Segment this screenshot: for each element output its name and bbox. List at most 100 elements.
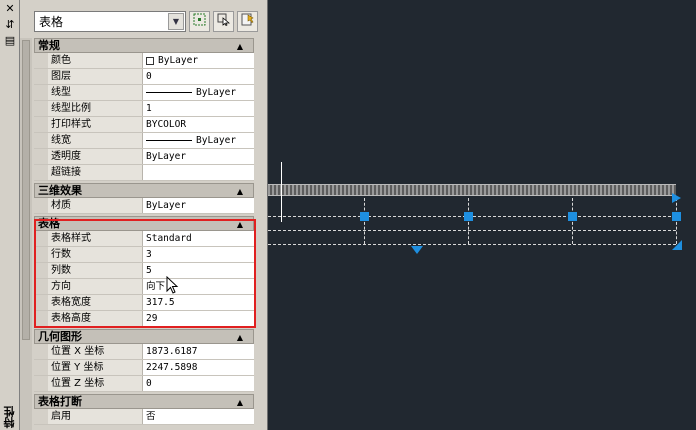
- property-name: 透明度: [48, 149, 143, 164]
- property-row-linetype[interactable]: 线型 ByLayer: [34, 85, 254, 101]
- property-row-direction[interactable]: 方向 向下: [34, 279, 254, 295]
- scrollbar-thumb[interactable]: [22, 40, 30, 340]
- column-grip[interactable]: [360, 212, 369, 221]
- property-value[interactable]: 0: [143, 69, 254, 84]
- section-general: 常规 ▲ 颜色 ByLayer 图层 0 线型 ByLayer 线型比例 1 打印样式 B…: [34, 38, 254, 181]
- mouse-pointer-icon: [166, 275, 180, 296]
- property-row-material[interactable]: 材质 ByLayer: [34, 198, 254, 214]
- property-name: 位置 X 坐标: [48, 344, 143, 359]
- table-column-line: [676, 198, 677, 244]
- section-table-breaks: 表格打断 ▲ 启用否: [34, 394, 254, 425]
- selection-toolbar: 表格 ▼: [34, 10, 258, 32]
- property-value[interactable]: Standard: [143, 231, 254, 246]
- section-title: 表格: [38, 217, 60, 230]
- close-icon[interactable]: ✕: [3, 3, 17, 15]
- property-grid: 常规 ▲ 颜色 ByLayer 图层 0 线型 ByLayer 线型比例 1 打印样式 B…: [34, 38, 254, 427]
- collapse-icon[interactable]: ▲: [237, 185, 243, 198]
- section-3d-effects: 三维效果 ▲ 材质 ByLayer: [34, 183, 254, 214]
- property-value[interactable]: 29: [143, 311, 254, 326]
- object-type-value: 表格: [39, 14, 64, 29]
- property-value[interactable]: 317.5: [143, 295, 254, 310]
- property-row-position-y[interactable]: 位置 Y 坐标 2247.5898: [34, 360, 254, 376]
- object-type-dropdown[interactable]: 表格 ▼: [34, 10, 186, 32]
- crosshair-cursor: [281, 162, 282, 222]
- lineweight-sample-icon: [146, 140, 192, 141]
- pickadd-icon: [193, 13, 206, 29]
- drawing-canvas[interactable]: [268, 0, 696, 430]
- property-row-hyperlink[interactable]: 超链接: [34, 165, 254, 181]
- property-row-position-z[interactable]: 位置 Z 坐标 0: [34, 376, 254, 392]
- section-header-table-breaks[interactable]: 表格打断 ▲: [34, 394, 254, 409]
- property-value[interactable]: [143, 165, 254, 180]
- palette-scrollbar[interactable]: [20, 38, 32, 430]
- property-value[interactable]: 5: [143, 263, 254, 278]
- property-row-rows[interactable]: 行数 3: [34, 247, 254, 263]
- table-title-row-selected[interactable]: [268, 184, 676, 196]
- table-resize-corner-icon[interactable]: [672, 240, 682, 250]
- property-row-columns[interactable]: 列数 5: [34, 263, 254, 279]
- table-column-line: [468, 198, 469, 244]
- chevron-down-icon[interactable]: ▼: [168, 12, 184, 30]
- property-value[interactable]: ByLayer: [143, 53, 254, 68]
- collapse-icon[interactable]: ▲: [237, 218, 243, 231]
- property-value[interactable]: BYCOLOR: [143, 117, 254, 132]
- collapse-icon[interactable]: ▲: [237, 40, 243, 53]
- section-title: 表格打断: [38, 395, 82, 408]
- property-value[interactable]: 向下: [143, 279, 254, 294]
- property-row-table-style[interactable]: 表格样式 Standard: [34, 231, 254, 247]
- quick-select-button[interactable]: [237, 10, 258, 32]
- property-name: 超链接: [48, 165, 143, 180]
- property-row-enabled[interactable]: 启用否: [34, 409, 254, 425]
- property-name: 线型比例: [48, 101, 143, 116]
- property-row-linetype-scale[interactable]: 线型比例 1: [34, 101, 254, 117]
- table-grid-line: [268, 244, 676, 245]
- property-value-text: ByLayer: [158, 55, 199, 66]
- section-title: 三维效果: [38, 184, 82, 197]
- property-row-lineweight[interactable]: 线宽 ByLayer: [34, 133, 254, 149]
- property-value[interactable]: 1873.6187: [143, 344, 254, 359]
- app-root: ✕ ⇵ ▤ 特性 表格 ▼ 常规 ▲ 颜色 ByLayer 图层 0 线型 By…: [0, 0, 696, 430]
- column-grip[interactable]: [568, 212, 577, 221]
- property-row-table-height[interactable]: 表格高度 29: [34, 311, 254, 327]
- property-name: 列数: [48, 263, 143, 278]
- property-value[interactable]: 2247.5898: [143, 360, 254, 375]
- property-row-position-x[interactable]: 位置 X 坐标 1873.6187: [34, 344, 254, 360]
- collapse-icon[interactable]: ▲: [237, 396, 243, 409]
- property-name: 表格样式: [48, 231, 143, 246]
- table-height-arrow-icon[interactable]: [411, 246, 423, 254]
- property-value[interactable]: ByLayer: [143, 149, 254, 164]
- property-value-text: ByLayer: [196, 135, 237, 146]
- property-name: 表格高度: [48, 311, 143, 326]
- collapse-icon[interactable]: ▲: [237, 331, 243, 344]
- section-header-3d-effects[interactable]: 三维效果 ▲: [34, 183, 254, 198]
- property-name: 行数: [48, 247, 143, 262]
- property-value[interactable]: 3: [143, 247, 254, 262]
- section-header-general[interactable]: 常规 ▲: [34, 38, 254, 53]
- property-value[interactable]: ByLayer: [143, 198, 254, 213]
- property-name: 表格宽度: [48, 295, 143, 310]
- property-value[interactable]: 0: [143, 376, 254, 391]
- property-name: 启用: [48, 409, 143, 424]
- property-row-color[interactable]: 颜色 ByLayer: [34, 53, 254, 69]
- property-row-table-width[interactable]: 表格宽度 317.5: [34, 295, 254, 311]
- property-value[interactable]: ByLayer: [143, 133, 254, 148]
- property-row-layer[interactable]: 图层 0: [34, 69, 254, 85]
- column-grip[interactable]: [672, 212, 681, 221]
- table-grid-line: [268, 230, 676, 231]
- autohide-icon[interactable]: ⇵: [3, 19, 17, 31]
- table-column-line: [364, 198, 365, 244]
- property-name: 位置 Y 坐标: [48, 360, 143, 375]
- section-header-table[interactable]: 表格 ▲: [34, 216, 254, 231]
- property-name: 打印样式: [48, 117, 143, 132]
- toggle-pickadd-button[interactable]: [189, 10, 210, 32]
- table-width-arrow-icon[interactable]: [672, 193, 681, 203]
- property-value[interactable]: ByLayer: [143, 85, 254, 100]
- property-row-transparency[interactable]: 透明度 ByLayer: [34, 149, 254, 165]
- properties-menu-icon[interactable]: ▤: [3, 35, 17, 47]
- section-header-geometry[interactable]: 几何图形 ▲: [34, 329, 254, 344]
- column-grip[interactable]: [464, 212, 473, 221]
- property-row-plot-style[interactable]: 打印样式 BYCOLOR: [34, 117, 254, 133]
- select-objects-button[interactable]: [213, 10, 234, 32]
- property-value[interactable]: 否: [143, 409, 254, 424]
- property-value[interactable]: 1: [143, 101, 254, 116]
